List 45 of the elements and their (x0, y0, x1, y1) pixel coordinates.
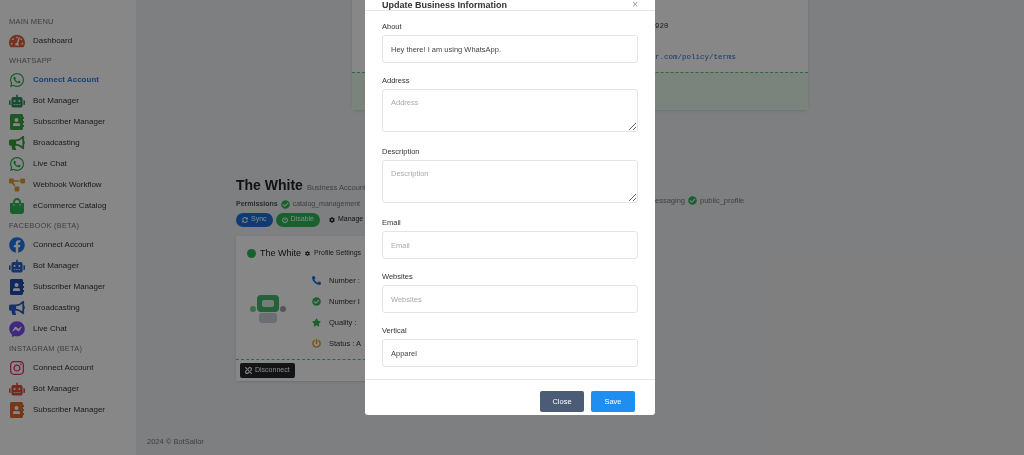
sidebar-item[interactable]: Subscriber Manager (0, 111, 136, 132)
check-icon (688, 196, 698, 205)
sidebar-item[interactable]: Live Chat (0, 153, 136, 174)
facebook-icon (9, 236, 25, 253)
check-icon (280, 199, 290, 209)
contact-book-icon (9, 401, 25, 418)
robot-icon (9, 92, 25, 109)
megaphone-icon (9, 134, 25, 151)
modal-title: Update Business Information (382, 0, 507, 10)
gauge-icon (9, 32, 25, 49)
shopping-bag-icon (9, 197, 25, 214)
sidebar-item[interactable]: Broadcasting (0, 297, 136, 318)
sidebar-item[interactable]: Bot Manager (0, 90, 136, 111)
toggle-icon (312, 339, 321, 349)
unlink-icon (245, 366, 252, 374)
gear-icon (328, 216, 335, 223)
sidebar-item[interactable]: Broadcasting (0, 132, 136, 153)
messenger-icon (9, 320, 25, 337)
sidebar-item[interactable]: Connect Account (0, 357, 136, 378)
sidebar-item[interactable]: Live Chat (0, 318, 136, 339)
sidebar-item[interactable]: eCommerce Catalog (0, 195, 136, 216)
workflow-icon (9, 176, 25, 193)
star-icon (312, 318, 321, 328)
chat-icon (9, 155, 25, 172)
whatsapp-icon (9, 71, 25, 88)
profile-name: The White (260, 246, 301, 260)
sync-icon (242, 216, 248, 223)
sidebar-item[interactable]: Connect Account (0, 69, 136, 90)
robot-icon (9, 257, 25, 274)
contact-book-icon (9, 278, 25, 295)
gear-icon (305, 250, 310, 256)
phone-icon (312, 276, 321, 286)
robot-icon (9, 380, 25, 397)
sidebar-item[interactable]: Bot Manager (0, 255, 136, 276)
megaphone-icon (9, 299, 25, 316)
sidebar-item[interactable]: Webhook Workflow (0, 174, 136, 195)
account-name: The White (236, 176, 303, 195)
instagram-icon (9, 359, 25, 376)
contact-book-icon (9, 113, 25, 130)
power-icon (281, 216, 288, 223)
sidebar-item[interactable]: Dashboard (0, 30, 136, 51)
sidebar-item[interactable]: Subscriber Manager (0, 399, 136, 420)
sidebar-item[interactable]: Subscriber Manager (0, 276, 136, 297)
sidebar-item[interactable]: Connect Account (0, 234, 136, 255)
sidebar-item[interactable]: Bot Manager (0, 378, 136, 399)
